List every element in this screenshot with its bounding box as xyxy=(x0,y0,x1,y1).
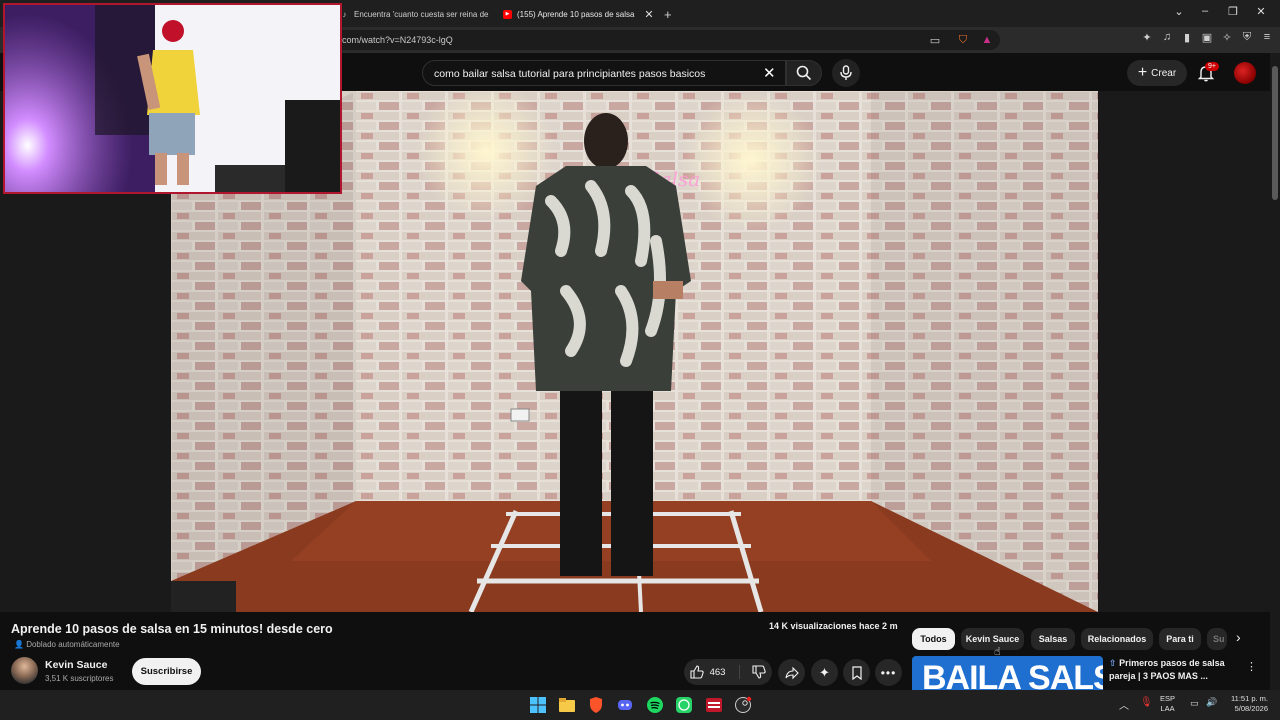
language-indicator[interactable]: ESP LAA xyxy=(1160,694,1175,714)
webcam-feed xyxy=(5,5,340,192)
more-horizontal-icon: ••• xyxy=(880,665,897,680)
discord-icon[interactable] xyxy=(616,696,634,714)
leo-ai-icon[interactable]: ✧ xyxy=(1220,31,1234,44)
tab-tiktok[interactable]: ♪ Encuentra 'cuanto cuesta ser reina de xyxy=(340,4,489,24)
minimize-icon[interactable]: – xyxy=(1198,5,1212,17)
view-count: 14 K visualizaciones hace 2 m xyxy=(769,621,898,631)
youtube-icon: ▶ xyxy=(503,9,512,19)
dubbed-icon: 👤 xyxy=(14,640,24,649)
brave-shield-icon[interactable]: ⛉ xyxy=(956,34,970,47)
file-explorer-icon[interactable] xyxy=(558,696,576,714)
url-field[interactable]: com/watch?v=N24793c-lgQ ▭ ⛉ ▲ xyxy=(332,30,1000,50)
lang-layout: LAA xyxy=(1160,704,1175,713)
clock-date: 5/08/2026 xyxy=(1234,704,1268,713)
recommendation-title[interactable]: ⇧ Primeros pasos de salsa pareja | 3 PAO… xyxy=(1109,657,1239,682)
volume-icon[interactable]: 🔊 xyxy=(1206,697,1217,708)
tray-chevron-icon[interactable]: ︿ xyxy=(1119,697,1129,712)
chip-salsas[interactable]: Salsas xyxy=(1031,628,1075,650)
dislike-button[interactable] xyxy=(740,665,767,679)
chip-kevin-sauce[interactable]: Kevin Sauce xyxy=(961,628,1024,650)
like-button[interactable]: 463 xyxy=(690,665,741,679)
app-icon[interactable] xyxy=(705,696,723,714)
cast-icon[interactable]: ▭ xyxy=(928,34,942,47)
account-avatar[interactable] xyxy=(1234,62,1256,84)
chevron-right-icon[interactable]: › xyxy=(1236,629,1241,645)
clock-time: 11:51 p. m. xyxy=(1231,694,1268,703)
save-button[interactable] xyxy=(843,659,870,686)
brave-browser-icon[interactable] xyxy=(587,696,605,714)
dubbed-label: 👤 Doblado automáticamente xyxy=(14,640,120,649)
scrollbar-thumb[interactable] xyxy=(1272,66,1278,200)
close-tab-icon[interactable]: ✕ xyxy=(644,8,653,21)
tab-label: Encuentra 'cuanto cuesta ser reina de xyxy=(354,9,489,19)
webcam-overlay xyxy=(3,3,342,194)
tab-list-icon[interactable]: ⌄ xyxy=(1172,5,1186,18)
dubbed-text: Doblado automáticamente xyxy=(26,640,120,649)
spotify-icon[interactable] xyxy=(646,696,664,714)
media-icon[interactable]: ♫ xyxy=(1160,31,1174,43)
bookmark-icon xyxy=(851,665,862,680)
steam-icon[interactable] xyxy=(734,696,752,714)
url-text: com/watch?v=N24793c-lgQ xyxy=(342,35,453,45)
extensions-icon[interactable]: ✦ xyxy=(1140,31,1154,44)
plus-icon: + xyxy=(1137,64,1148,81)
like-dislike-group: 463 xyxy=(684,659,772,685)
search-input[interactable]: como bailar salsa tutorial para principi… xyxy=(422,60,786,86)
create-button[interactable]: + Crear xyxy=(1127,60,1187,86)
search-icon xyxy=(796,65,812,81)
microphone-tray-icon[interactable]: 🎙 xyxy=(1140,697,1153,708)
search-button[interactable] xyxy=(786,60,822,86)
chip-partial[interactable]: Su xyxy=(1207,628,1227,650)
close-window-icon[interactable]: ✕ xyxy=(1254,5,1268,18)
whatsapp-icon[interactable] xyxy=(675,696,693,714)
recommendation-thumbnail[interactable]: BAILA SALSA xyxy=(912,656,1103,690)
chip-para-ti[interactable]: Para ti xyxy=(1159,628,1201,650)
clock[interactable]: 11:51 p. m. 5/08/2026 xyxy=(1224,694,1268,714)
windows-start-icon[interactable] xyxy=(529,696,547,714)
brave-rewards-icon[interactable]: ▲ xyxy=(980,34,994,46)
subscriber-count: 3,51 K suscriptores xyxy=(45,674,114,683)
clear-search-icon[interactable]: ✕ xyxy=(763,64,776,82)
network-icon[interactable]: ▭ xyxy=(1190,698,1199,709)
notification-badge: 9+ xyxy=(1205,62,1219,71)
subscribe-button[interactable]: Suscribirse xyxy=(132,658,201,685)
ask-ai-button[interactable]: ✦ xyxy=(811,659,838,686)
sparkle-icon: ✦ xyxy=(819,664,830,680)
sidebar-icon[interactable]: ▮ xyxy=(1180,31,1194,44)
microphone-icon xyxy=(840,65,852,80)
recommendation-menu-icon[interactable]: ⋮ xyxy=(1246,660,1257,673)
tab-label: (155) Aprende 10 pasos de salsa xyxy=(517,9,635,19)
like-count: 463 xyxy=(709,666,726,678)
video-title: Aprende 10 pasos de salsa en 15 minutos!… xyxy=(11,622,333,636)
menu-icon[interactable]: ≡ xyxy=(1260,31,1274,43)
channel-avatar[interactable] xyxy=(11,657,38,684)
thumbs-down-icon xyxy=(752,665,767,679)
lang-code: ESP xyxy=(1160,694,1176,703)
voice-search-button[interactable] xyxy=(832,59,860,87)
create-label: Crear xyxy=(1151,67,1177,79)
channel-name[interactable]: Kevin Sauce xyxy=(45,659,107,671)
video-icon: ⇧ xyxy=(1109,658,1117,668)
share-icon xyxy=(784,666,799,679)
search-query: como bailar salsa tutorial para principi… xyxy=(434,68,706,80)
share-button[interactable] xyxy=(778,659,805,686)
thumbs-up-icon xyxy=(690,665,704,679)
wallet-icon[interactable]: ▣ xyxy=(1200,31,1214,44)
maximize-icon[interactable]: ❐ xyxy=(1226,5,1240,18)
windows-taskbar xyxy=(0,690,1280,720)
chip-todos[interactable]: Todos xyxy=(912,628,955,650)
recommendation-title-text: Primeros pasos de salsa pareja | 3 PAOS … xyxy=(1109,658,1225,681)
more-actions-button[interactable]: ••• xyxy=(875,659,902,686)
new-tab-button[interactable]: + xyxy=(664,4,672,24)
tab-youtube[interactable]: ▶ (155) Aprende 10 pasos de salsa ✕ xyxy=(503,4,654,24)
vpn-icon[interactable]: ⛨ xyxy=(1240,31,1254,44)
thumbnail-text: BAILA SALSA xyxy=(922,659,1103,690)
chip-relacionados[interactable]: Relacionados xyxy=(1081,628,1153,650)
